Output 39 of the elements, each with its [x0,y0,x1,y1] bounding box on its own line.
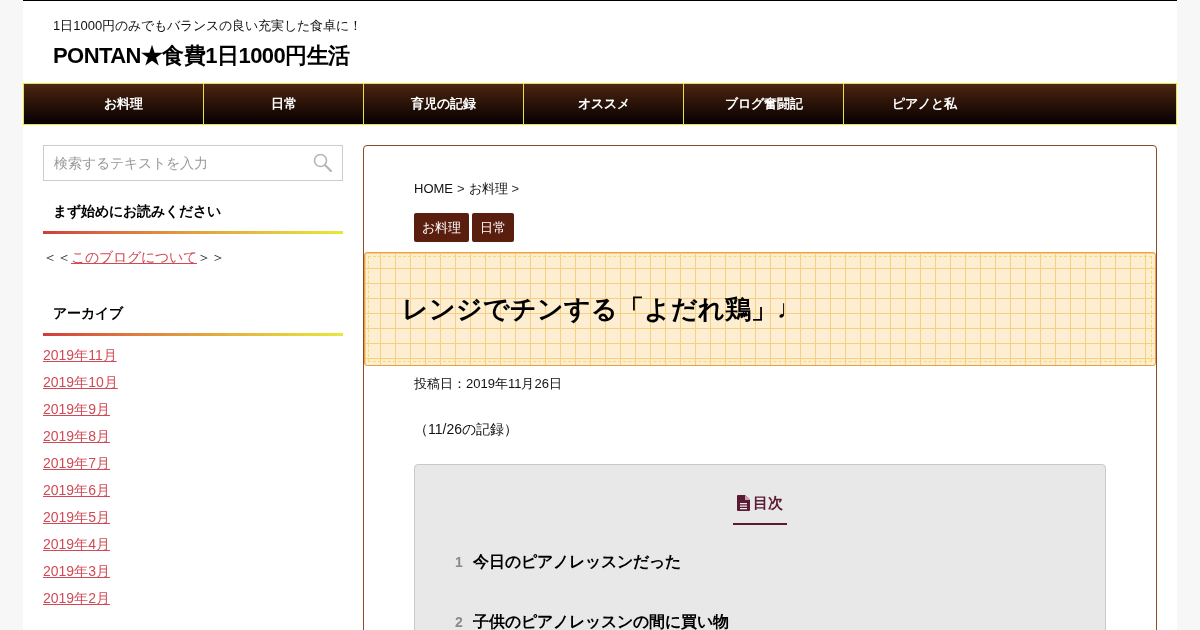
post-intro: （11/26の記録） [414,420,518,439]
post-title: レンジでチンする「よだれ鶏」♩ [402,293,803,326]
document-icon [737,495,750,511]
archive-link[interactable]: 2019年8月 [43,423,110,450]
breadcrumb-separator: > [457,180,465,198]
category-tag[interactable]: お料理 [414,213,469,242]
toc-title: 目次 [753,493,783,513]
site-title[interactable]: PONTAN★食費1日1000円生活 [53,40,350,72]
site-tagline: 1日1000円のみでもバランスの良い充実した食卓に！ [53,17,363,35]
widget-title: アーカイブ [52,304,125,323]
search-icon[interactable] [313,153,332,172]
widget-title: まず始めにお読みください [52,202,222,221]
breadcrumb-link[interactable]: HOME [414,179,453,199]
toc-number: 2 [455,613,463,630]
search-field[interactable]: 検索するテキストを入力 [43,145,343,181]
archive-link[interactable]: 2019年11月 [43,342,117,369]
archive-link[interactable]: 2019年10月 [43,369,118,396]
archive-link[interactable]: 2019年3月 [43,558,110,585]
archive-link[interactable]: 2019年6月 [43,477,110,504]
archive-link[interactable]: 2019年9月 [43,396,110,423]
toc-link[interactable]: 子供のピアノレッスンの間に買い物 [472,611,729,630]
breadcrumb-separator: > [511,180,520,198]
category-tag[interactable]: 日常 [472,213,514,242]
nav-link[interactable]: 日常 [204,84,364,124]
nav-link[interactable]: オススメ [524,84,684,124]
archive-link[interactable]: 2019年7月 [43,450,110,477]
nav-link[interactable]: 育児の記録 [364,84,524,124]
toc-number: 1 [455,553,463,572]
archive-link[interactable]: 2019年2月 [43,585,110,612]
post-date: 投稿日：2019年11月26日 [414,375,562,393]
archive-link[interactable]: 2019年4月 [43,531,110,558]
breadcrumb-link[interactable]: お料理 [468,179,508,199]
toc-link[interactable]: 今日のピアノレッスンだった [472,551,681,573]
about-text: ＜＜このブログについて＞＞ [43,248,225,267]
nav-link[interactable]: ピアノと私 [844,84,1004,124]
archive-link[interactable]: 2019年5月 [43,504,110,531]
nav-link[interactable]: ブログ奮闘記 [684,84,844,124]
about-link[interactable]: このブログについて [71,249,197,265]
nav-link[interactable]: お料理 [44,84,204,124]
